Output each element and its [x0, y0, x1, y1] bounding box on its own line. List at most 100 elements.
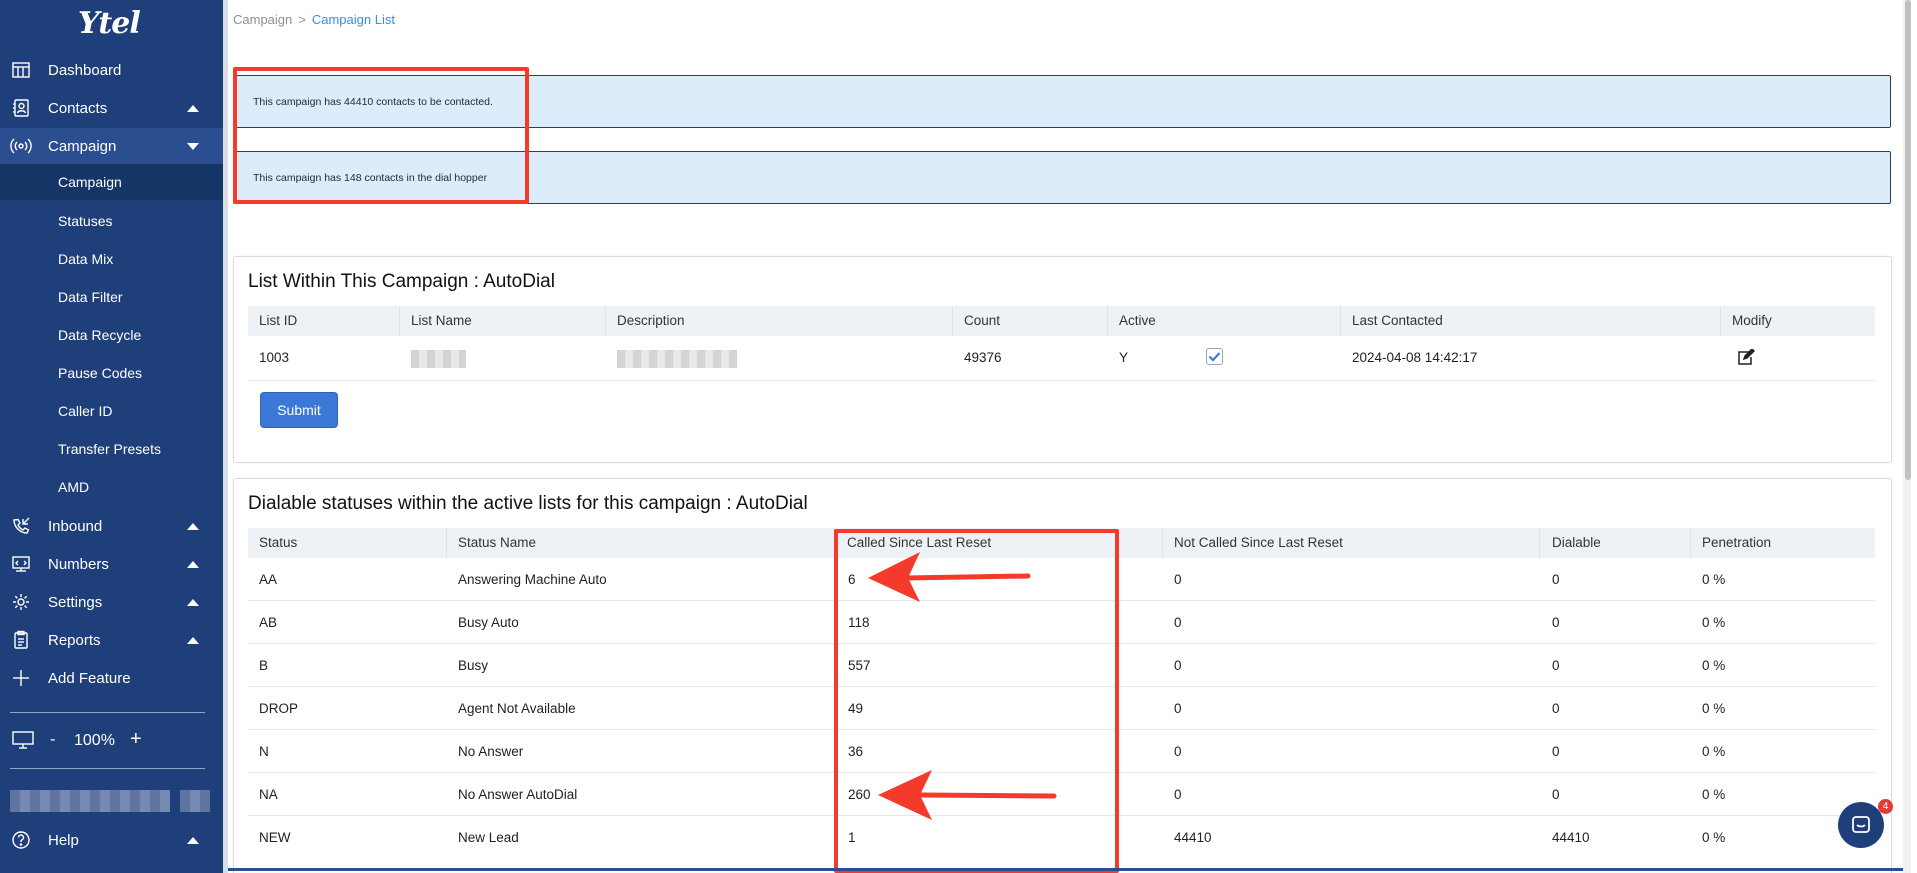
bottom-border	[228, 868, 1903, 871]
active-flag: Y	[1119, 350, 1129, 365]
column-header: Penetration	[1702, 535, 1772, 550]
table-row: 1003 49376 Y 2024-04-08 14:42:17	[248, 336, 1875, 381]
zoom-level: 100%	[74, 732, 115, 749]
breadcrumb-root[interactable]: Campaign	[233, 12, 292, 27]
sidebar-item-label: Numbers	[48, 555, 109, 573]
breadcrumb-current[interactable]: Campaign List	[312, 12, 395, 27]
broadcast-icon	[10, 135, 32, 157]
chat-icon	[1852, 816, 1870, 833]
sidebar-item-label: Settings	[48, 593, 103, 611]
scrollbar-thumb[interactable]	[1905, 0, 1911, 480]
sidebar-item-label: Reports	[48, 631, 101, 649]
column-header: Dialable	[1552, 535, 1601, 550]
penetration: 0 %	[1702, 744, 1726, 759]
column-divider	[605, 306, 606, 336]
status-name: Agent Not Available	[458, 701, 576, 716]
zoom-in-button[interactable]: +	[130, 728, 142, 751]
column-divider	[1690, 528, 1691, 558]
column-header: Count	[964, 313, 1001, 328]
sidebar-item-dashboard[interactable]: Dashboard	[0, 52, 223, 88]
column-header: Status Name	[458, 535, 537, 550]
list-count: 49376	[964, 350, 1002, 365]
dialable-count: 0	[1552, 658, 1560, 673]
ytel-logo[interactable]: Ytel	[78, 6, 141, 41]
sidebar-item-label: Help	[48, 831, 79, 849]
zoom-out-button[interactable]: -	[50, 731, 55, 749]
status-code: DROP	[259, 701, 299, 716]
monitor-icon	[12, 731, 34, 754]
column-header: List Name	[411, 313, 472, 328]
subitem-label: Transfer Presets	[58, 441, 161, 457]
chevron-up-icon	[187, 598, 199, 606]
sidebar-item-add-feature[interactable]: Add Feature	[0, 660, 223, 696]
subitem-label: Data Mix	[58, 251, 114, 267]
sidebar-subitem-caller-id[interactable]: Caller ID	[0, 393, 223, 429]
table-header: List ID List Name Description Count Acti…	[248, 306, 1875, 336]
user-account-redacted	[180, 790, 210, 812]
status-name: Answering Machine Auto	[458, 572, 607, 587]
checkmark-icon	[1208, 352, 1221, 362]
gear-icon	[10, 591, 32, 613]
chevron-up-icon	[187, 104, 199, 112]
status-code: NEW	[259, 830, 291, 845]
sidebar-item-help[interactable]: Help	[0, 822, 223, 858]
penetration: 0 %	[1702, 701, 1726, 716]
chevron-up-icon	[187, 836, 199, 844]
sidebar-subitem-pause-codes[interactable]: Pause Codes	[0, 355, 223, 391]
status-code: N	[259, 744, 269, 759]
sidebar-subitem-campaign[interactable]: Campaign	[0, 164, 223, 200]
dialable-count: 0	[1552, 615, 1560, 630]
dialable-count: 0	[1552, 744, 1560, 759]
submit-button[interactable]: Submit	[260, 392, 338, 428]
subitem-label: Campaign	[58, 174, 122, 190]
user-account-redacted[interactable]	[10, 790, 170, 812]
column-header: Active	[1119, 313, 1156, 328]
not-called-count: 0	[1174, 615, 1182, 630]
penetration: 0 %	[1702, 787, 1726, 802]
sidebar-item-inbound[interactable]: Inbound	[0, 508, 223, 544]
column-divider	[1107, 306, 1108, 336]
status-name: No Answer AutoDial	[458, 787, 578, 802]
campaign-lists-panel: List Within This Campaign : AutoDial Lis…	[233, 256, 1892, 463]
numbers-icon	[10, 553, 32, 575]
not-called-count: 0	[1174, 744, 1182, 759]
last-contacted: 2024-04-08 14:42:17	[1352, 350, 1478, 365]
sidebar-subitem-transfer-presets[interactable]: Transfer Presets	[0, 431, 223, 467]
subitem-label: Data Filter	[58, 289, 123, 305]
app-root: Ytel Dashboard Contacts Campaign Campaig…	[0, 0, 1917, 873]
chevron-up-icon	[187, 522, 199, 530]
not-called-count: 44410	[1174, 830, 1212, 845]
sidebar-item-numbers[interactable]: Numbers	[0, 546, 223, 582]
dialable-count: 0	[1552, 701, 1560, 716]
sidebar-item-reports[interactable]: Reports	[0, 622, 223, 658]
not-called-count: 0	[1174, 787, 1182, 802]
sidebar-subitem-statuses[interactable]: Statuses	[0, 203, 223, 239]
subitem-label: Data Recycle	[58, 327, 142, 343]
notification-badge: 4	[1878, 799, 1893, 814]
subitem-label: Pause Codes	[58, 365, 143, 381]
subitem-label: AMD	[58, 479, 90, 495]
zoom-control: - 100% +	[0, 725, 223, 757]
sidebar-item-campaign[interactable]: Campaign	[0, 128, 223, 164]
chat-launcher-button[interactable]	[1838, 802, 1884, 848]
report-icon	[10, 629, 32, 651]
panel-title: List Within This Campaign : AutoDial	[248, 271, 555, 292]
sidebar-subitem-amd[interactable]: AMD	[0, 469, 223, 505]
dialable-count: 0	[1552, 572, 1560, 587]
contacts-icon	[10, 97, 32, 119]
dialable-count: 0	[1552, 787, 1560, 802]
breadcrumb-separator: >	[298, 12, 306, 27]
sidebar-subitem-data-recycle[interactable]: Data Recycle	[0, 317, 223, 353]
column-divider	[446, 528, 447, 558]
column-header: Not Called Since Last Reset	[1174, 535, 1343, 550]
sidebar-subitem-data-filter[interactable]: Data Filter	[0, 279, 223, 315]
status-code: NA	[259, 787, 278, 802]
edit-icon[interactable]	[1737, 347, 1756, 369]
not-called-count: 0	[1174, 572, 1182, 587]
sidebar-item-settings[interactable]: Settings	[0, 584, 223, 620]
sidebar-subitem-data-mix[interactable]: Data Mix	[0, 241, 223, 277]
sidebar-item-contacts[interactable]: Contacts	[0, 90, 223, 126]
column-header: Last Contacted	[1352, 313, 1443, 328]
sidebar-item-label: Dashboard	[48, 61, 122, 79]
active-checkbox[interactable]	[1206, 348, 1223, 365]
